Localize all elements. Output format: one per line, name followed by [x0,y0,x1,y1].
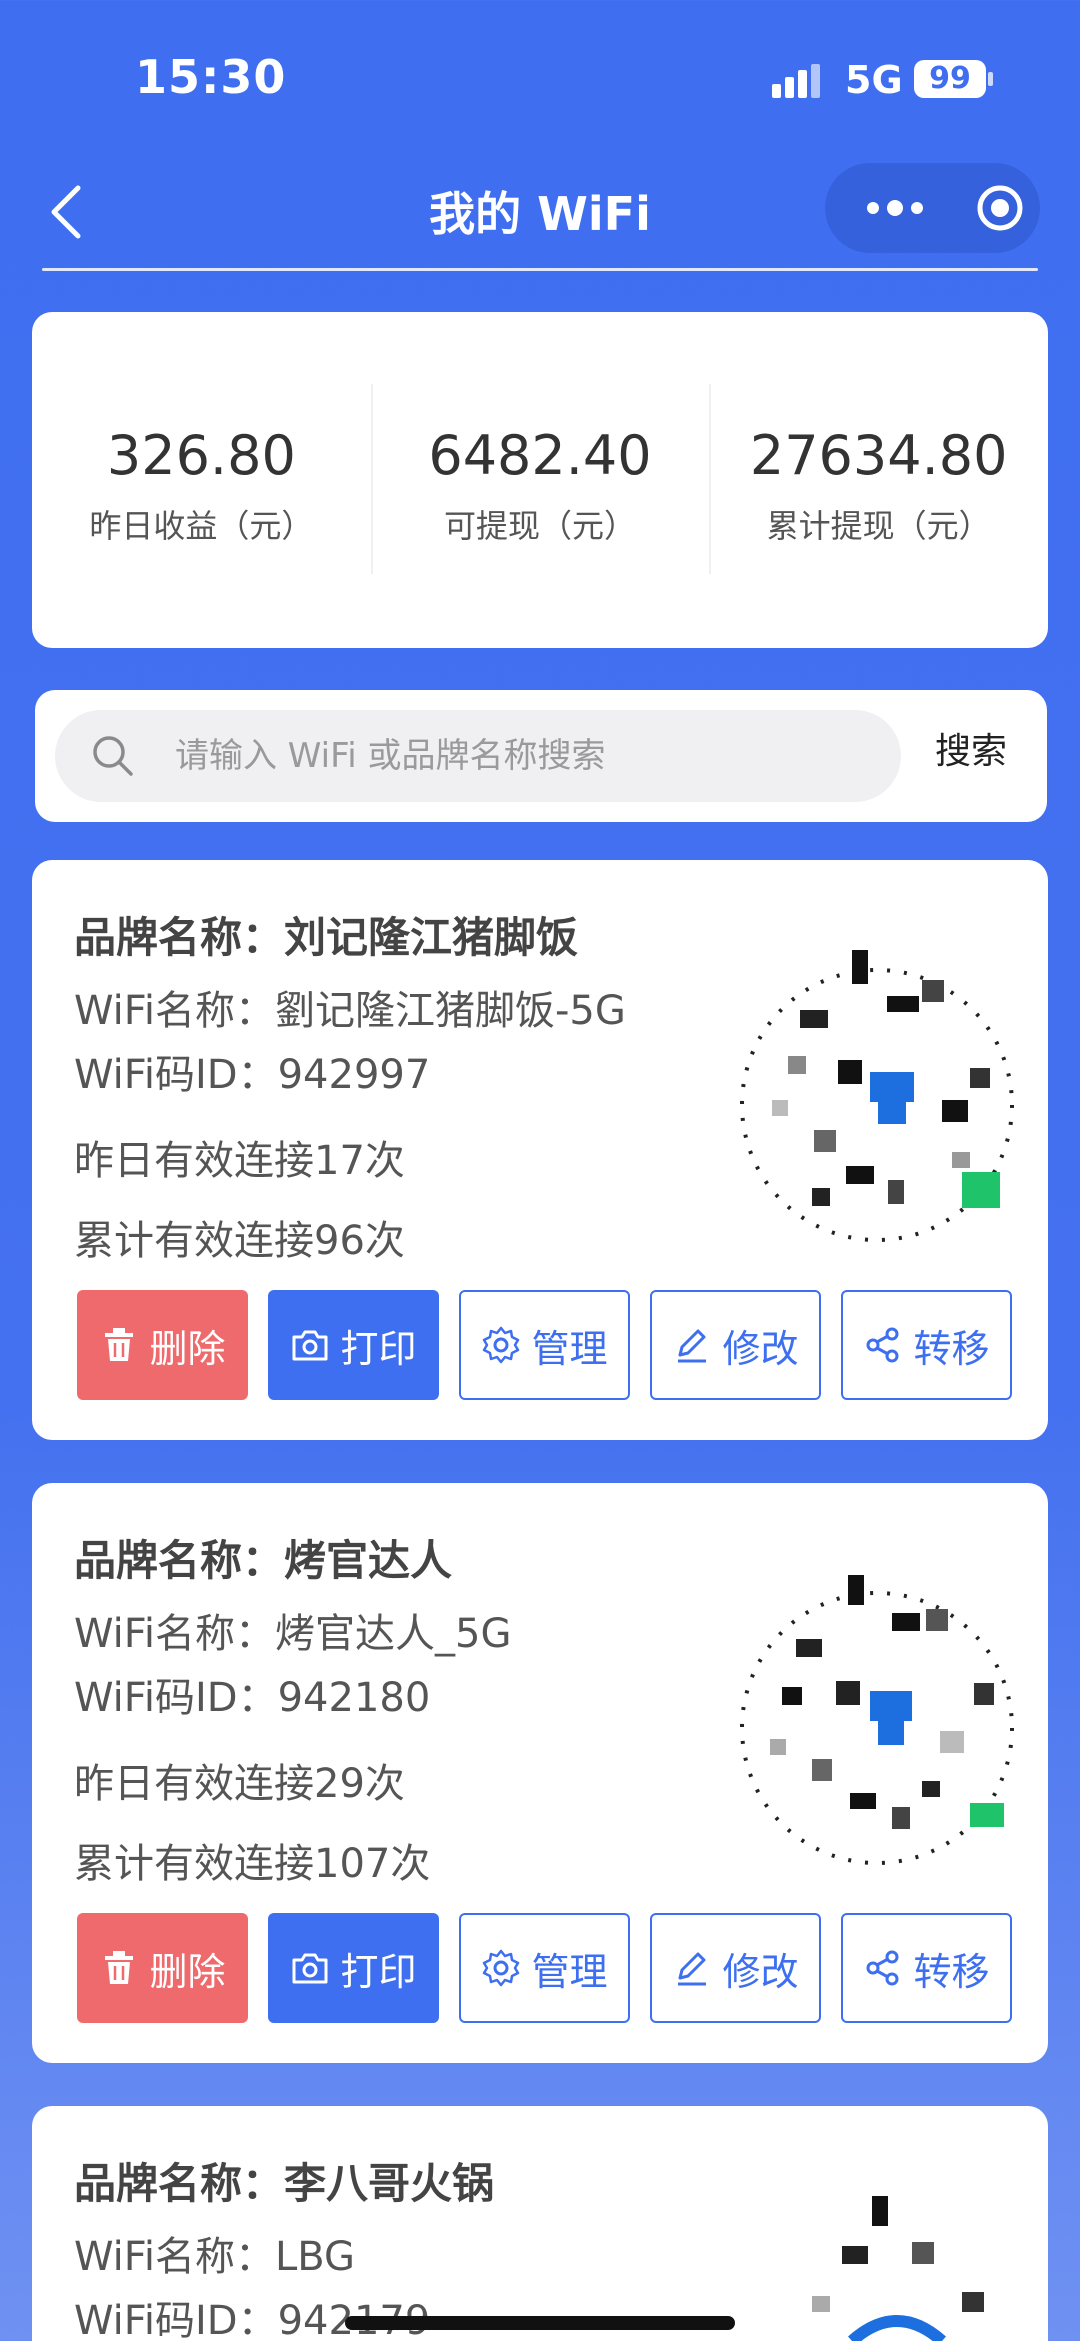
card-actions: 删除 打印 管理 修改 转移 [77,1290,1012,1400]
print-label: 打印 [340,1949,417,1994]
wifi-card: 品牌名称：刘记隆江猪脚饭 WiFi名称：劉记隆江猪脚饭-5G WiFi码ID：9… [32,860,1048,1440]
close-miniprogram-icon[interactable] [975,183,1025,233]
print-label: 打印 [340,1326,417,1371]
transfer-button[interactable]: 转移 [841,1913,1012,2023]
more-icon[interactable] [855,185,935,231]
status-bar: 15:30 5G 99 [0,0,1080,160]
status-time: 15:30 [135,50,287,104]
stat-value: 326.80 [106,424,296,487]
network-type: 5G [845,58,903,102]
manage-label: 管理 [531,1326,608,1371]
stat-value: 27634.80 [749,424,1008,487]
edit-button[interactable]: 修改 [650,1290,821,1400]
trash-icon [105,1328,134,1361]
search-icon [93,736,133,776]
battery-icon: 99 [914,60,986,98]
camera-icon [292,1330,328,1361]
signal-icon [772,64,820,98]
print-button[interactable]: 打印 [268,1290,439,1400]
wifi-qr-code[interactable] [752,2196,1042,2341]
nav-divider [42,268,1038,271]
edit-label: 修改 [722,1949,799,1994]
wifi-id: WiFi码ID：942997 [74,1052,431,1098]
yesterday-connections: 昨日有效连接17次 [74,1138,405,1184]
transfer-label: 转移 [913,1949,990,1994]
delete-button[interactable]: 删除 [77,1913,248,2023]
wifi-card: 品牌名称：烤官达人 WiFi名称：烤官达人_5G WiFi码ID：942180 … [32,1483,1048,2063]
print-button[interactable]: 打印 [268,1913,439,2023]
manage-label: 管理 [531,1949,608,1994]
stat-yesterday-earnings: 326.80 昨日收益（元） [32,312,371,648]
pencil-icon [678,1952,707,1986]
wifi-card: 品牌名称：李八哥火锅 WiFi名称：LBG WiFi码ID：942179 [32,2106,1048,2341]
card-actions: 删除 打印 管理 修改 转移 [77,1913,1012,2023]
delete-label: 删除 [149,1949,226,1994]
battery-tip [988,72,993,86]
search-card: 搜索 [35,690,1047,822]
stat-label: 昨日收益（元） [89,507,314,545]
edit-button[interactable]: 修改 [650,1913,821,2023]
share-icon [866,1950,899,1986]
wifi-qr-code[interactable] [712,940,1042,1270]
trash-icon [105,1951,134,1984]
home-indicator [345,2316,735,2330]
manage-button[interactable]: 管理 [459,1913,630,2023]
gear-icon [483,1949,520,1987]
brand-name: 品牌名称：烤官达人 [74,1536,453,1585]
camera-icon [292,1953,328,1984]
stat-value: 6482.40 [428,424,652,487]
wifi-name: WiFi名称：LBG [74,2234,356,2280]
total-connections: 累计有效连接107次 [74,1841,431,1887]
share-icon [866,1327,899,1363]
pencil-icon [678,1329,707,1363]
manage-button[interactable]: 管理 [459,1290,630,1400]
brand-name: 品牌名称：李八哥火锅 [74,2159,495,2208]
search-box[interactable] [55,710,901,802]
total-connections: 累计有效连接96次 [74,1218,405,1264]
delete-button[interactable]: 删除 [77,1290,248,1400]
wifi-id: WiFi码ID：942179 [74,2298,431,2341]
wifi-name: WiFi名称：烤官达人_5G [74,1611,512,1657]
earnings-summary-card: 326.80 昨日收益（元） 6482.40 可提现（元） 27634.80 累… [32,312,1048,648]
stat-label: 可提现（元） [444,507,637,545]
search-input[interactable] [175,710,875,802]
nav-bar: 我的 WiFi [0,160,1080,270]
yesterday-connections: 昨日有效连接29次 [74,1761,405,1807]
wifi-id: WiFi码ID：942180 [74,1675,431,1721]
brand-name: 品牌名称：刘记隆江猪脚饭 [74,913,579,962]
transfer-label: 转移 [913,1326,990,1371]
mini-program-capsule [825,163,1040,253]
stat-withdrawable: 6482.40 可提现（元） [370,312,710,648]
wifi-qr-code[interactable] [712,1563,1042,1893]
stat-label: 累计提现（元） [766,507,991,545]
transfer-button[interactable]: 转移 [841,1290,1012,1400]
gear-icon [483,1326,520,1364]
stat-total-withdrawn: 27634.80 累计提现（元） [709,312,1048,648]
delete-label: 删除 [149,1326,226,1371]
wifi-name: WiFi名称：劉记隆江猪脚饭-5G [74,988,626,1034]
edit-label: 修改 [722,1326,799,1371]
search-button[interactable]: 搜索 [935,722,1007,774]
